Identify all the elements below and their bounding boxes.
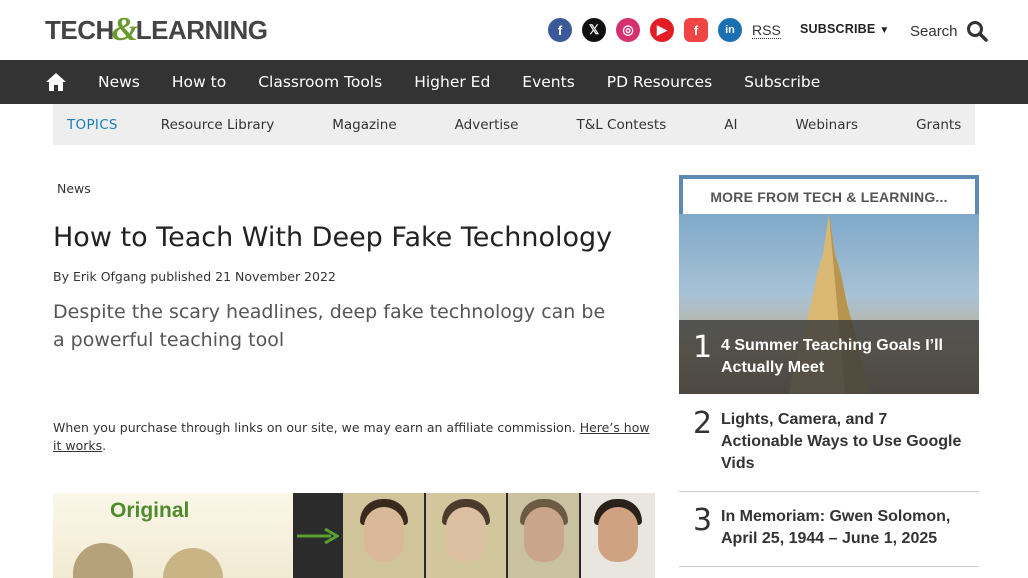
hero-original-panel: Original [53, 493, 293, 578]
logo-ampersand: & [111, 11, 138, 48]
story-title-link[interactable]: 4 Summer Teaching Goals I’ll Actually Me… [721, 335, 971, 379]
more-from-header: MORE FROM TECH & LEARNING... [679, 175, 979, 215]
home-link[interactable] [0, 60, 96, 104]
affiliate-disclaimer: When you purchase through links on our s… [53, 419, 653, 455]
featured-story-card[interactable]: 1 4 Summer Teaching Goals I’ll Actually … [679, 214, 979, 394]
topic-grants[interactable]: Grants [916, 117, 961, 133]
nav-item-news[interactable]: News [98, 73, 140, 91]
affiliate-text: When you purchase through links on our s… [53, 420, 576, 435]
divider [679, 566, 979, 567]
subscribe-dropdown[interactable]: SUBSCRIBE ▼ [800, 22, 890, 36]
nav-item-higher-ed[interactable]: Higher Ed [414, 73, 490, 91]
flipboard-icon[interactable]: f [684, 18, 708, 42]
hero-deepfake-panel [293, 493, 655, 578]
search-button[interactable]: Search [910, 20, 988, 42]
nav-item-pd-resources[interactable]: PD Resources [607, 73, 712, 91]
more-from-title: MORE FROM TECH & LEARNING... [710, 189, 948, 205]
instagram-icon[interactable]: ◎ [616, 18, 640, 42]
byline: By Erik Ofgang published 21 November 202… [53, 269, 336, 284]
site-logo[interactable]: TECH & LEARNING [45, 11, 268, 48]
portrait-photo [342, 493, 425, 578]
divider [679, 491, 979, 492]
original-photo-person [73, 543, 133, 578]
story-title-link[interactable]: Lights, Camera, and 7 Actionable Ways to… [721, 409, 971, 475]
article-title: How to Teach With Deep Fake Technology [53, 222, 613, 253]
linkedin-icon[interactable]: in [718, 18, 742, 42]
youtube-icon[interactable]: ▶ [650, 18, 674, 42]
topic-resource-library[interactable]: Resource Library [161, 117, 274, 133]
nav-item-classroom-tools[interactable]: Classroom Tools [258, 73, 382, 91]
nav-item-how-to[interactable]: How to [172, 73, 226, 91]
affiliate-period: . [102, 438, 107, 453]
author-link[interactable]: Erik Ofgang [73, 269, 146, 284]
topic-tl-contests[interactable]: T&L Contests [576, 117, 666, 133]
caret-down-icon: ▼ [879, 25, 890, 36]
article-hero-image: Original [53, 493, 655, 578]
hero-original-label: Original [110, 499, 190, 522]
logo-text-learning: LEARNING [135, 14, 268, 45]
published-word: published [150, 269, 212, 284]
home-icon [46, 73, 66, 91]
rss-link[interactable]: RSS [752, 22, 781, 39]
topics-bar: TOPICS Resource Library Magazine Adverti… [53, 104, 975, 145]
article-strapline: Despite the scary headlines, deep fake t… [53, 301, 606, 351]
publish-date: 21 November 2022 [215, 269, 336, 284]
topic-advertise[interactable]: Advertise [455, 117, 519, 133]
story-rank: 2 [693, 406, 713, 441]
topics-label: TOPICS [67, 116, 118, 133]
search-icon [966, 21, 988, 42]
breadcrumb[interactable]: News [57, 181, 91, 196]
arrow-right-icon [293, 493, 341, 578]
x-twitter-icon[interactable]: 𝕏 [582, 18, 606, 42]
search-label: Search [910, 22, 958, 40]
story-rank: 1 [693, 330, 713, 365]
portrait-photo [507, 493, 580, 578]
portrait-photo [426, 493, 506, 578]
social-links: f 𝕏 ◎ ▶ f in RSS [548, 18, 781, 42]
subscribe-label: SUBSCRIBE [800, 22, 876, 36]
main-navigation: News How to Classroom Tools Higher Ed Ev… [0, 60, 1028, 104]
byline-prefix: By [53, 269, 69, 284]
topic-magazine[interactable]: Magazine [332, 117, 396, 133]
topic-ai[interactable]: AI [724, 117, 737, 133]
original-photo-person [163, 548, 223, 578]
logo-text-tech: TECH [45, 14, 114, 45]
portrait-photo [581, 493, 655, 578]
story-rank: 3 [693, 503, 713, 538]
site-header: TECH & LEARNING f 𝕏 ◎ ▶ f in RSS SUBSCRI… [0, 0, 1028, 60]
nav-item-events[interactable]: Events [522, 73, 574, 91]
facebook-icon[interactable]: f [548, 18, 572, 42]
nav-item-subscribe[interactable]: Subscribe [744, 73, 820, 91]
story-title-link[interactable]: In Memoriam: Gwen Solomon, April 25, 194… [721, 506, 971, 550]
topic-webinars[interactable]: Webinars [795, 117, 858, 133]
